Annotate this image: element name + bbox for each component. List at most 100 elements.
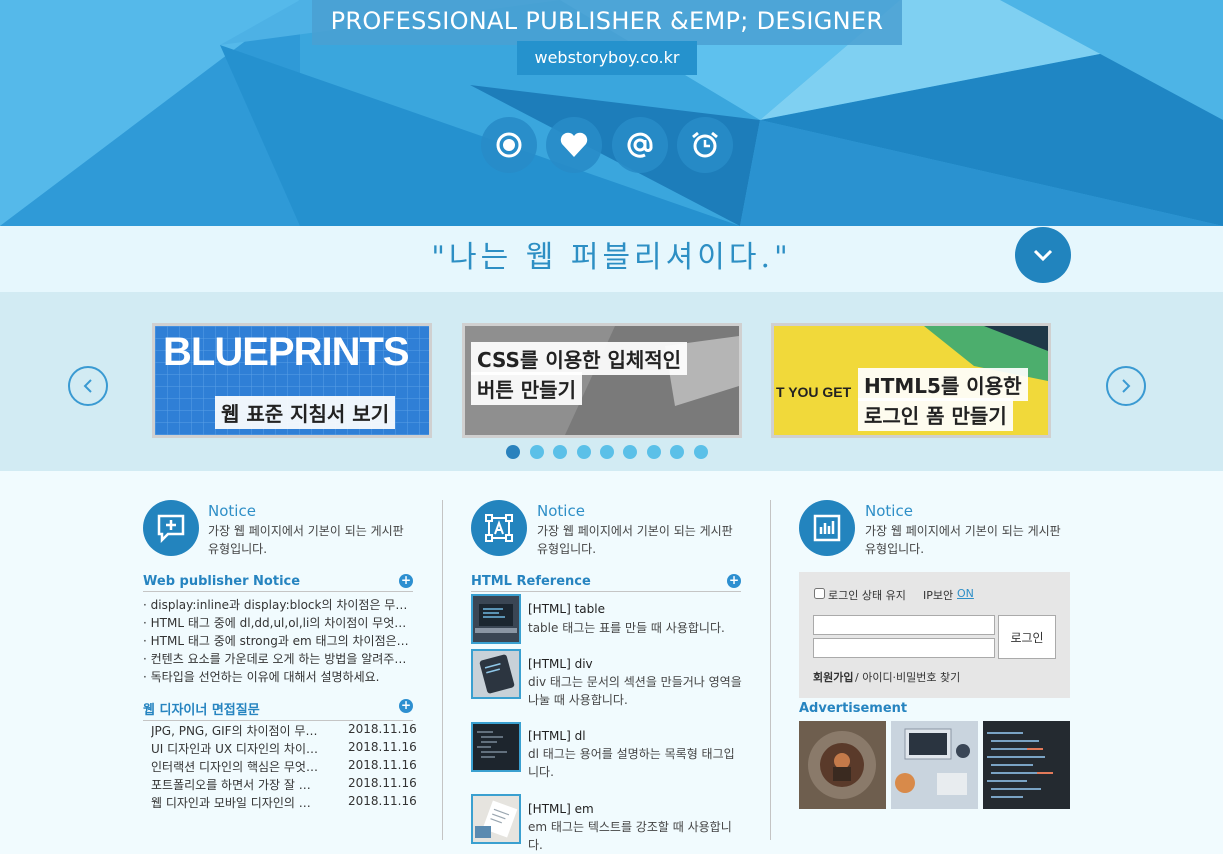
chevron-left-icon	[83, 379, 92, 393]
list-date: 2018.11.16	[348, 722, 417, 736]
alarm-button[interactable]	[677, 117, 733, 173]
site-title: PROFESSIONAL PUBLISHER &EMP; DESIGNER	[312, 0, 902, 45]
scroll-down-button[interactable]	[1015, 227, 1071, 283]
paper-image	[473, 796, 519, 842]
column-divider	[770, 500, 771, 840]
column-desc: 유형입니다.	[208, 542, 268, 556]
advertisement-title: Advertisement	[799, 701, 908, 716]
list-item[interactable]: · 독타입을 선언하는 이유에 대해서 설명하세요.	[143, 668, 411, 685]
ad-photo-chair	[799, 721, 886, 809]
slider-dot[interactable]	[506, 445, 520, 459]
list-item[interactable]: UI 디자인과 UX 디자인의 차이점은?	[151, 740, 321, 757]
list-date: 2018.11.16	[348, 794, 417, 808]
list-item[interactable]: 웹 디자인과 모바일 디자인의 차이점은?	[151, 794, 321, 811]
column-desc: 가장 웹 페이지에서 기본이 되는 게시판	[537, 524, 733, 538]
ad-image[interactable]	[983, 721, 1070, 809]
list-item[interactable]: · 컨텐츠 요소를 가운데로 오게 하는 방법을 알려주세요.	[143, 650, 411, 667]
target-button[interactable]	[481, 117, 537, 173]
slider-dot[interactable]	[577, 445, 591, 459]
tablet-image	[473, 651, 519, 697]
ad-image[interactable]	[799, 721, 886, 809]
ip-security-toggle[interactable]: ON	[957, 587, 974, 600]
slider-dot[interactable]	[647, 445, 661, 459]
reference-thumbnail[interactable]	[471, 649, 521, 699]
header: PROFESSIONAL PUBLISHER &EMP; DESIGNER we…	[0, 0, 1223, 226]
list-date: 2018.11.16	[348, 740, 417, 754]
notice-icon-2	[471, 500, 527, 556]
heart-icon	[560, 132, 588, 157]
slider-prev-button[interactable]	[68, 366, 108, 406]
join-link[interactable]: 회원가입	[813, 669, 853, 685]
notice-icon-3	[799, 500, 855, 556]
slide-caption: 로그인 폼 만들기	[858, 398, 1013, 431]
reference-thumbnail[interactable]	[471, 722, 521, 772]
ad-image[interactable]	[891, 721, 978, 809]
at-button[interactable]	[612, 117, 668, 173]
publisher-notice-title[interactable]: Web publisher Notice	[143, 574, 413, 592]
heart-button[interactable]	[546, 117, 602, 173]
code-image	[473, 724, 519, 770]
target-icon	[496, 132, 522, 158]
list-item[interactable]: · HTML 태그 중에 strong과 em 태그의 차이점은 무엇인가요?	[143, 632, 411, 649]
chevron-right-icon	[1122, 379, 1131, 393]
bar-chart-icon	[813, 514, 841, 542]
slide-blueprints[interactable]: BLUEPRINTS 웹 표준 지침서 보기	[152, 323, 432, 438]
slide-heading: HTML5를 이용한	[858, 368, 1028, 401]
column-desc: 유형입니다.	[537, 542, 597, 556]
list-item[interactable]: · display:inline과 display:block의 차이점은 무엇…	[143, 596, 411, 613]
list-item[interactable]: 인터랙션 디자인의 핵심은 무엇인가요?	[151, 758, 321, 775]
slider-dot[interactable]	[623, 445, 637, 459]
slide-caption: 웹 표준 지침서 보기	[215, 396, 396, 429]
reference-thumbnail[interactable]	[471, 594, 521, 644]
slide-side-text: T YOU GET	[776, 384, 852, 400]
slide-heading: CSS를 이용한 입체적인	[471, 342, 688, 375]
reference-title[interactable]: [HTML] div	[528, 657, 593, 671]
slider-dot[interactable]	[553, 445, 567, 459]
login-button[interactable]: 로그인	[998, 615, 1056, 659]
slider-dot[interactable]	[670, 445, 684, 459]
keep-login-checkbox[interactable]	[814, 588, 825, 599]
notice-icon-1	[143, 500, 199, 556]
site-url[interactable]: webstoryboy.co.kr	[517, 41, 697, 75]
reference-desc: div 태그는 문서의 섹션을 만들거나 영역을 나눌 때 사용합니다.	[528, 675, 742, 707]
html-reference-title[interactable]: HTML Reference	[471, 574, 741, 592]
slider-next-button[interactable]	[1106, 366, 1146, 406]
html-reference-more-button[interactable]: +	[727, 574, 741, 588]
password-field[interactable]	[813, 638, 995, 658]
reference-title[interactable]: [HTML] table	[528, 602, 605, 616]
column-desc: 가장 웹 페이지에서 기본이 되는 게시판	[208, 524, 404, 538]
slider-dot[interactable]	[530, 445, 544, 459]
interview-title[interactable]: 웹 디자이너 면접질문	[143, 699, 413, 721]
interview-more-button[interactable]: +	[399, 699, 413, 713]
at-icon	[627, 132, 653, 158]
reference-title[interactable]: [HTML] em	[528, 802, 594, 816]
laptop-image	[473, 596, 519, 642]
text-frame-icon	[485, 514, 513, 542]
column-title: Notice	[537, 502, 585, 520]
ad-photo-desk	[891, 721, 978, 809]
reference-desc: table 태그는 표를 만들 때 사용합니다.	[528, 621, 725, 635]
list-item[interactable]: 포트폴리오를 하면서 가장 잘 한 작업은?	[151, 776, 321, 793]
reference-desc: dl 태그는 용어를 설명하는 목록형 태그입니다.	[528, 747, 735, 779]
list-date: 2018.11.16	[348, 758, 417, 772]
column-desc: 가장 웹 페이지에서 기본이 되는 게시판	[865, 524, 1061, 538]
list-item[interactable]: JPG, PNG, GIF의 차이점이 무엇인가요?	[151, 722, 321, 739]
slide-html5-login[interactable]: T YOU GET HTML5를 이용한 로그인 폼 만들기	[771, 323, 1051, 438]
slide-caption: 버튼 만들기	[471, 372, 582, 405]
list-item[interactable]: · HTML 태그 중에 dl,dd,ul,ol,li의 차이점이 무엇인가요?	[143, 614, 411, 631]
publisher-notice-more-button[interactable]: +	[399, 574, 413, 588]
alarm-icon	[692, 131, 718, 158]
find-account-link[interactable]: / 아이디·비밀번호 찾기	[855, 669, 960, 685]
column-title: Notice	[208, 502, 256, 520]
ad-photo-code	[983, 721, 1070, 809]
slider-dot[interactable]	[600, 445, 614, 459]
chevron-down-icon	[1033, 249, 1053, 262]
username-field[interactable]	[813, 615, 995, 635]
column-divider	[442, 500, 443, 840]
column-desc: 유형입니다.	[865, 542, 925, 556]
list-date: 2018.11.16	[348, 776, 417, 790]
reference-title[interactable]: [HTML] dl	[528, 729, 586, 743]
slider-dot[interactable]	[694, 445, 708, 459]
reference-thumbnail[interactable]	[471, 794, 521, 844]
slide-css-button[interactable]: CSS를 이용한 입체적인 버튼 만들기	[462, 323, 742, 438]
